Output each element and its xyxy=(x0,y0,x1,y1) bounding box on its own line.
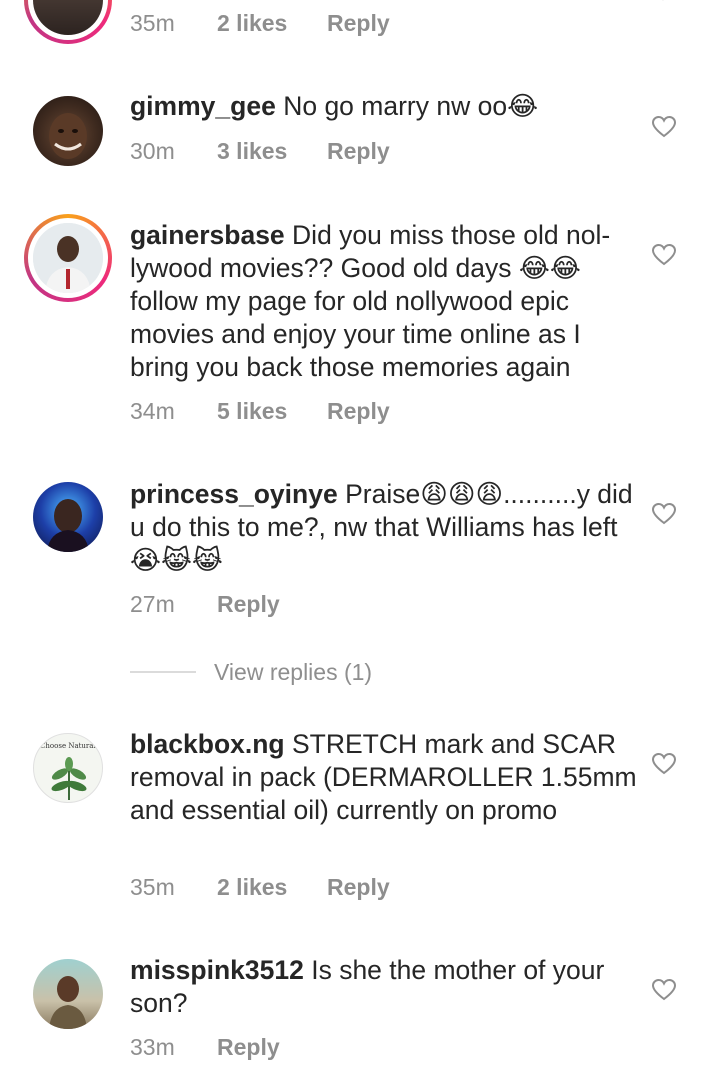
story-ring[interactable] xyxy=(24,0,112,44)
username[interactable]: princess_oyinye xyxy=(130,479,338,509)
heart-outline-icon[interactable] xyxy=(651,243,677,267)
comment-time: 35m xyxy=(130,874,175,900)
reply-button[interactable]: Reply xyxy=(217,589,280,619)
username[interactable]: gimmy_gee xyxy=(130,91,276,121)
reply-button[interactable]: Reply xyxy=(327,872,390,902)
comment-likes[interactable]: 2 likes xyxy=(217,8,287,38)
heart-outline-icon[interactable] xyxy=(651,978,677,1002)
comment-likes[interactable]: 2 likes xyxy=(217,872,287,902)
avatar[interactable] xyxy=(33,223,103,293)
comment-time: 33m xyxy=(130,1034,175,1060)
reply-button[interactable]: Reply xyxy=(217,1032,280,1062)
avatar-brand-text: Choose Natural. xyxy=(40,742,98,750)
reply-button[interactable]: Reply xyxy=(327,396,390,426)
username[interactable]: blackbox.ng xyxy=(130,729,285,759)
avatar[interactable] xyxy=(33,959,103,1029)
comment-text: blackbox.ng STRETCH mark and SCAR remova… xyxy=(130,728,640,827)
reply-button[interactable]: Reply xyxy=(327,8,390,38)
username[interactable]: misspink3512 xyxy=(130,955,304,985)
comment-text: gimmy_gee No go marry nw oo😂 xyxy=(130,90,640,123)
comment-text: gainersbase Did you miss those old nol-l… xyxy=(130,219,640,384)
view-replies-label[interactable]: View replies (1) xyxy=(214,655,372,689)
divider xyxy=(130,671,196,673)
comment-time: 35m xyxy=(130,10,175,36)
story-ring[interactable] xyxy=(24,214,112,302)
comment-time: 27m xyxy=(130,591,175,617)
comment-body: No go marry nw oo😂 xyxy=(283,91,539,121)
comment-text: princess_oyinye Praise😩😩😩..........y did… xyxy=(130,478,640,577)
reply-button[interactable]: Reply xyxy=(327,136,390,166)
heart-outline-icon[interactable] xyxy=(651,752,677,776)
avatar[interactable] xyxy=(33,482,103,552)
avatar[interactable] xyxy=(33,96,103,166)
comment-time: 34m xyxy=(130,398,175,424)
chevron-icon[interactable] xyxy=(650,0,676,6)
heart-outline-icon[interactable] xyxy=(651,502,677,526)
comment-text: misspink3512 Is she the mother of your s… xyxy=(130,954,640,1020)
username[interactable]: gainersbase xyxy=(130,220,285,250)
avatar[interactable]: Choose Natural. xyxy=(33,733,103,803)
comment-likes[interactable]: 3 likes xyxy=(217,136,287,166)
comment-likes[interactable]: 5 likes xyxy=(217,396,287,426)
heart-outline-icon[interactable] xyxy=(651,115,677,139)
comment-time: 30m xyxy=(130,138,175,164)
